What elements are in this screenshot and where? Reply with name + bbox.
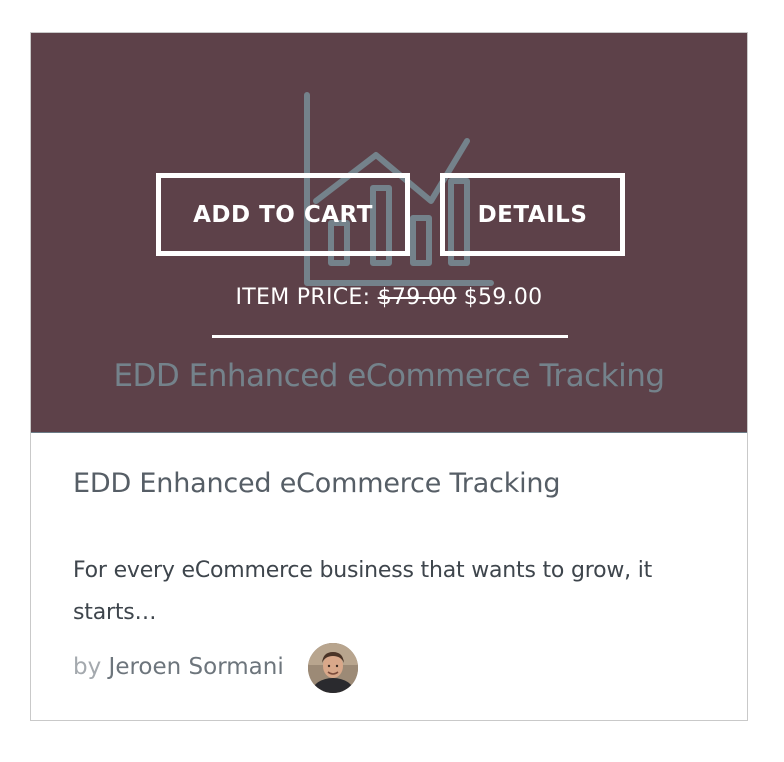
avatar-image	[308, 643, 358, 693]
price-label: ITEM PRICE:	[235, 285, 371, 310]
details-button[interactable]: DETAILS	[440, 173, 625, 256]
new-price: $59.00	[463, 285, 543, 310]
byline: by Jeroen Sormani	[73, 654, 284, 680]
image-watermark-text: EDD Enhanced eCommerce Tracking	[113, 358, 665, 394]
old-price: $79.00	[377, 285, 457, 310]
item-price: ITEM PRICE: $79.00 $59.00	[31, 285, 747, 310]
author-link[interactable]: Jeroen Sormani	[109, 654, 284, 680]
product-title[interactable]: EDD Enhanced eCommerce Tracking	[73, 468, 560, 499]
add-to-cart-button[interactable]: ADD TO CART	[156, 173, 410, 256]
price-divider	[212, 335, 568, 338]
by-label: by	[73, 654, 102, 680]
product-card: EDD Enhanced eCommerce Tracking ADD TO C…	[30, 32, 748, 721]
product-excerpt: For every eCommerce business that wants …	[73, 558, 653, 625]
author-avatar[interactable]	[308, 643, 358, 693]
product-image[interactable]: EDD Enhanced eCommerce Tracking ADD TO C…	[31, 33, 747, 433]
